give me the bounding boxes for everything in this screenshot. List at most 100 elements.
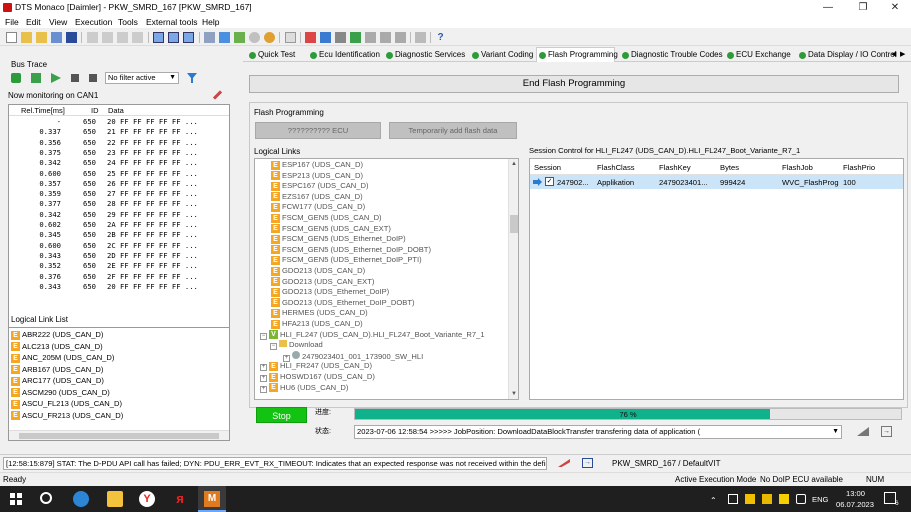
pass-icon[interactable] <box>350 32 361 43</box>
bus-trace-start-icon[interactable] <box>11 73 21 83</box>
logical-link-item[interactable]: E ANC_205M (UDS_CAN_D) <box>11 353 114 364</box>
stop-button[interactable]: Stop <box>256 407 307 423</box>
scroll-thumb[interactable] <box>19 433 219 439</box>
logical-link-item[interactable]: E ABR222 (UDS_CAN_D) <box>11 330 103 341</box>
menu-edit[interactable]: Edit <box>26 17 41 27</box>
tree-item-download[interactable]: − Download <box>270 340 323 351</box>
ecu-button[interactable]: ?????????? ECU <box>255 122 381 139</box>
list-icon[interactable] <box>365 32 376 43</box>
open-icon[interactable] <box>21 32 32 43</box>
filter-icon[interactable] <box>187 73 197 83</box>
clear-trace-icon[interactable] <box>212 90 223 100</box>
tree-item[interactable]: E HFA213 (UDS_CAN_D) <box>271 319 363 330</box>
clear-messages-icon[interactable] <box>558 459 570 467</box>
search-icon[interactable] <box>40 492 52 504</box>
tab-ecu-exchange[interactable]: ECU Exchange <box>725 48 791 62</box>
stop-square-icon[interactable] <box>219 32 230 43</box>
status-field[interactable]: 2023-07-06 12:58:54 >>>>> JobPosition: D… <box>354 425 842 439</box>
taskview-icon[interactable] <box>73 491 89 507</box>
tree-item[interactable]: E HERMES (UDS_CAN_D) <box>271 308 368 319</box>
tray-network-icon[interactable] <box>796 494 806 504</box>
yandex-browser-icon[interactable]: Y <box>139 491 155 507</box>
minimize-button[interactable]: — <box>813 0 843 15</box>
record-icon[interactable] <box>249 32 260 43</box>
tray-flash-icon[interactable] <box>779 494 789 504</box>
tree-item[interactable]: E GDO213 (UDS_CAN_D) <box>271 266 365 277</box>
connect-icon[interactable] <box>204 32 215 43</box>
tree-item[interactable]: E GDO213 (UDS_CAN_EXT) <box>271 277 374 288</box>
tab-quick-test[interactable]: Quick Test <box>247 48 295 62</box>
tool-icon[interactable] <box>320 32 331 43</box>
tree-item[interactable]: + E HU6 (UDS_CAN_D) <box>260 383 348 394</box>
export-messages-icon[interactable]: → <box>582 458 593 468</box>
close-button[interactable]: ✕ <box>880 0 910 15</box>
delete-icon[interactable] <box>132 32 143 43</box>
session-row[interactable]: ✓ 247902... Applikation 2479023401... 99… <box>530 175 903 189</box>
tray-overflow-icon[interactable]: ⌃ <box>710 496 717 505</box>
tree-item[interactable]: E FSCM_GEN5 (UDS_CAN_D) <box>271 213 382 224</box>
export-status-icon[interactable]: → <box>881 426 892 437</box>
session-checkbox[interactable]: ✓ <box>545 177 554 186</box>
tray-warning-icon[interactable] <box>745 494 755 504</box>
bus-trace-play-icon[interactable] <box>51 73 61 83</box>
expand-icon[interactable]: + <box>260 364 267 372</box>
tree-item[interactable]: E GDO213 (UDS_Ethernet_DoIP_DOBT) <box>271 298 415 309</box>
open-folder-icon[interactable] <box>36 32 47 43</box>
save-as-icon[interactable] <box>51 32 62 43</box>
tree-item[interactable]: E EZS167 (UDS_CAN_D) <box>271 192 363 203</box>
cut-icon[interactable] <box>87 32 98 43</box>
logical-link-list[interactable]: E ABR222 (UDS_CAN_D) E ALC213 (UDS_CAN_D) E A… <box>8 327 230 441</box>
logical-link-item[interactable]: E ASCU_FR213 (UDS_CAN_D) <box>11 411 123 422</box>
logical-link-item[interactable]: E ASCU_FL213 (UDS_CAN_D) <box>11 399 122 410</box>
start-icon[interactable] <box>10 493 22 505</box>
new-icon[interactable] <box>6 32 17 43</box>
chart-icon[interactable] <box>395 32 406 43</box>
temporarily-add-flash-data-button[interactable]: Temporarily add flash data <box>389 122 517 139</box>
tab-flash-programming[interactable]: Flash Programming <box>536 47 618 63</box>
tab-ecu-identification[interactable]: Ecu Identification <box>308 48 380 62</box>
session-table[interactable]: Session FlashClass FlashKey Bytes FlashJ… <box>529 158 904 400</box>
tree-item-file[interactable]: +2479023401_001_173900_SW_HLI <box>283 350 423 362</box>
menu-execution[interactable]: Execution <box>75 17 112 27</box>
copy-icon[interactable] <box>102 32 113 43</box>
layout1-icon[interactable] <box>153 32 164 43</box>
scroll-up-icon[interactable]: ▲ <box>509 159 518 169</box>
collapse-icon[interactable]: − <box>260 332 267 340</box>
logical-link-item[interactable]: E ARC177 (UDS_CAN_D) <box>11 376 104 387</box>
expand-icon[interactable]: + <box>260 375 267 382</box>
flash-icon[interactable] <box>305 32 316 43</box>
tab-scroll-right-icon[interactable]: ▶ <box>900 50 905 58</box>
bus-trace-download-icon[interactable] <box>31 73 41 83</box>
settings-icon[interactable] <box>415 32 426 43</box>
scroll-down-icon[interactable]: ▼ <box>509 389 518 399</box>
logical-link-list-scrollbar[interactable] <box>9 430 229 440</box>
tray-app-icon[interactable] <box>728 494 738 504</box>
message-field[interactable]: [12:58:15:879] STAT: The D-PDU API call … <box>3 457 547 470</box>
tray-date[interactable]: 06.07.2023 <box>836 500 874 509</box>
tree-item[interactable]: + E HLI_FR247 (UDS_CAN_D) <box>260 361 372 372</box>
filter-select[interactable]: No filter active ▼ <box>105 72 179 84</box>
tab-variant-coding[interactable]: Variant Coding <box>470 48 533 62</box>
tab-scroll-left-icon[interactable]: ◀ <box>891 50 896 58</box>
yandex-icon[interactable]: я <box>172 491 188 507</box>
tree-item[interactable]: E FCW177 (UDS_CAN_D) <box>271 202 365 213</box>
paste-icon[interactable] <box>117 32 128 43</box>
tree-item[interactable]: E FSCM_GEN5 (UDS_Ethernet_DoIP_DOBT) <box>271 245 431 256</box>
logical-links-tree[interactable]: E ESP167 (UDS_CAN_D) E ESP213 (UDS_CAN_D) E E… <box>254 158 519 400</box>
end-flash-programming-button[interactable]: End Flash Programming <box>249 75 899 93</box>
tree-item[interactable]: E ESP213 (UDS_CAN_D) <box>271 171 363 182</box>
bus-trace-table[interactable]: Rel.Time[ms] ID Data - 650 20 FF FF FF FF … <box>8 104 230 351</box>
layout2-icon[interactable] <box>168 32 179 43</box>
logical-link-item[interactable]: E ASCM290 (UDS_CAN_D) <box>11 388 110 399</box>
tab-data-display[interactable]: Data Display / IO Control <box>797 48 896 62</box>
ecu-status-icon[interactable] <box>264 32 275 43</box>
menu-help[interactable]: Help <box>202 17 219 27</box>
menu-view[interactable]: View <box>49 17 67 27</box>
layout3-icon[interactable] <box>183 32 194 43</box>
tab-diagnostic-services[interactable]: Diagnostic Services <box>384 48 465 62</box>
tree-item-selected[interactable]: − V HLI_FL247 (UDS_CAN_D).HLI_FL247_Boot_V… <box>260 330 485 341</box>
tray-time[interactable]: 13:00 <box>846 489 865 498</box>
dts-monaco-taskbar-item[interactable]: M <box>198 486 226 512</box>
tree-item[interactable]: E FSCM_GEN5 (UDS_CAN_EXT) <box>271 224 391 235</box>
maximize-button[interactable]: ❐ <box>848 0 878 15</box>
